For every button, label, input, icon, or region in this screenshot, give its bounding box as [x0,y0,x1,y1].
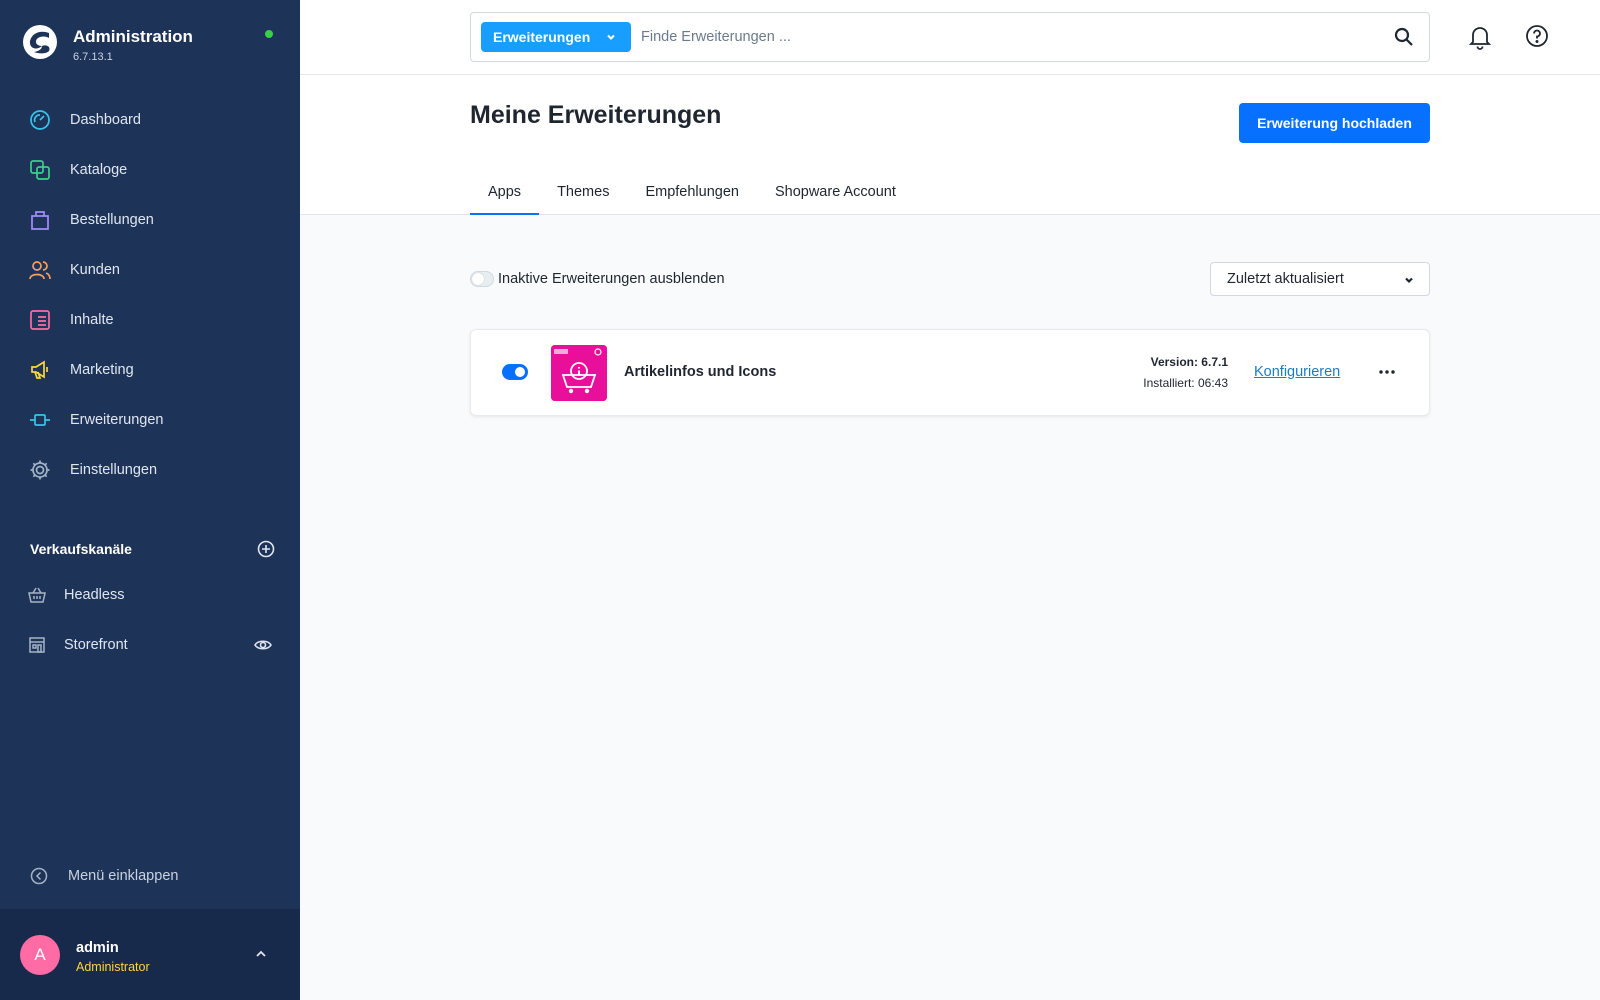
extension-card: Artikelinfos und Icons Version: 6.7.1 In… [470,329,1430,416]
nav-item-kunden[interactable]: Kunden [0,245,300,295]
hide-inactive-toggle[interactable] [470,271,494,287]
collapse-menu-label: Menü einklappen [68,868,179,884]
app-title: Administration [73,27,193,46]
basket-icon [28,587,46,603]
filter-row: Inaktive Erweiterungen ausblenden Zuletz… [470,262,1430,296]
marketing-icon [28,358,52,382]
extension-version: Version: 6.7.1 [1150,355,1228,369]
chevron-down-icon [607,34,615,40]
orders-icon [28,208,52,232]
ellipsis-icon [1379,370,1395,374]
extension-logo [551,345,607,401]
brand: Administration 6.7.13.1 [20,22,280,72]
dashboard-icon [28,108,52,132]
search-type-dropdown[interactable]: Erweiterungen [481,22,631,52]
sidebar: Administration 6.7.13.1 Dashboard Katalo… [0,0,300,1000]
more-actions-button[interactable] [1375,362,1399,382]
storefront-icon [29,637,45,653]
chevron-down-icon [1405,277,1413,284]
top-bar: Erweiterungen [300,0,1600,75]
nav-item-erweiterungen[interactable]: Erweiterungen [0,395,300,445]
main-nav: Dashboard Kataloge Bestellungen Kunden I… [0,95,300,495]
bell-icon[interactable] [1468,24,1492,50]
nav-item-inhalte[interactable]: Inhalte [0,295,300,345]
eye-icon[interactable] [254,637,272,653]
app-version: 6.7.13.1 [73,51,113,63]
nav-label: Einstellungen [70,462,158,478]
nav-label: Kataloge [70,162,128,178]
tab-themes[interactable]: Themes [539,170,627,214]
search-bar: Erweiterungen [470,12,1430,62]
sales-channel-label: Storefront [64,637,128,653]
extension-active-toggle[interactable] [502,364,528,380]
nav-label: Bestellungen [70,212,154,228]
nav-label: Marketing [70,362,134,378]
page-header: Meine Erweiterungen Erweiterung hochlade… [300,75,1600,215]
tab-shopware-account[interactable]: Shopware Account [757,170,914,214]
avatar: A [20,935,60,975]
nav-item-kataloge[interactable]: Kataloge [0,145,300,195]
user-name: admin [76,940,119,956]
help-icon[interactable] [1525,24,1549,48]
nav-item-dashboard[interactable]: Dashboard [0,95,300,145]
nav-item-einstellungen[interactable]: Einstellungen [0,445,300,495]
nav-item-marketing[interactable]: Marketing [0,345,300,395]
search-type-label: Erweiterungen [493,29,591,45]
tab-apps[interactable]: Apps [470,170,540,215]
shopware-logo-icon [23,25,57,59]
extension-installed-time: Installiert: 06:43 [1143,376,1228,390]
shopping-cart-info-icon [551,345,607,401]
sales-channel-storefront[interactable]: Storefront [0,625,300,665]
page-title: Meine Erweiterungen [470,101,722,129]
tab-empfehlungen[interactable]: Empfehlungen [627,170,757,214]
customers-icon [28,258,52,282]
upload-extension-button[interactable]: Erweiterung hochladen [1239,103,1430,143]
nav-label: Erweiterungen [70,412,164,428]
user-menu[interactable]: A admin Administrator [0,909,300,1000]
extensions-icon [28,408,52,432]
hide-inactive-label: Inaktive Erweiterungen ausblenden [498,271,725,287]
nav-item-bestellungen[interactable]: Bestellungen [0,195,300,245]
nav-label: Inhalte [70,312,114,328]
search-input[interactable] [641,22,1361,52]
online-status-indicator [265,30,273,38]
tab-bar: Apps Themes Empfehlungen Shopware Accoun… [470,170,914,215]
sales-channel-label: Headless [64,587,125,603]
settings-icon [28,458,52,482]
sales-channels-heading: Verkaufskanäle [30,541,132,557]
sales-channel-headless[interactable]: Headless [0,575,300,615]
search-icon[interactable] [1393,26,1415,48]
catalog-icon [28,158,52,182]
extension-name: Artikelinfos und Icons [624,364,777,380]
nav-label: Kunden [70,262,120,278]
collapse-menu-button[interactable]: Menü einklappen [0,856,300,896]
add-sales-channel-icon[interactable] [257,540,275,558]
sort-select[interactable]: Zuletzt aktualisiert [1210,262,1430,296]
chevron-up-icon[interactable] [254,947,268,961]
sales-channels-header: Verkaufskanäle [30,538,275,560]
configure-link[interactable]: Konfigurieren [1254,364,1340,380]
nav-label: Dashboard [70,112,141,128]
chevron-left-circle-icon [30,867,48,885]
sort-select-value: Zuletzt aktualisiert [1227,271,1344,287]
user-role: Administrator [76,960,150,974]
content-icon [28,308,52,332]
